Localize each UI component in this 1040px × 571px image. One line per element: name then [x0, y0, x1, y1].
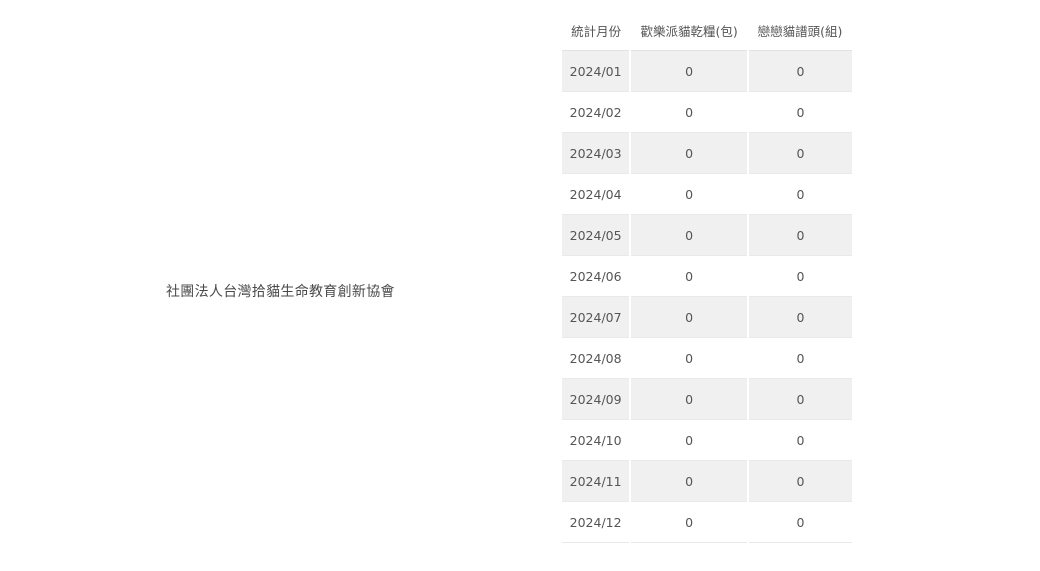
- organization-name: 社團法人台灣拾貓生命教育創新協會: [166, 284, 395, 300]
- table-row: 2024/01 0 0: [562, 50, 852, 92]
- cell-food: 0: [629, 50, 748, 92]
- table-row: 2024/09 0 0: [562, 378, 852, 420]
- cell-month: 2024/06: [562, 255, 631, 297]
- cell-adopt: 0: [746, 501, 852, 543]
- cell-month: 2024/09: [562, 378, 631, 420]
- cell-month: 2024/11: [562, 460, 631, 502]
- cell-adopt: 0: [746, 378, 852, 420]
- cell-month: 2024/12: [562, 501, 631, 543]
- cell-month: 2024/08: [562, 337, 631, 379]
- table-row: 2024/05 0 0: [562, 214, 852, 256]
- header-adopt: 戀戀貓譜頭(組): [747, 10, 852, 51]
- header-month: 統計月份: [562, 10, 631, 51]
- table-row: 2024/02 0 0: [562, 91, 852, 133]
- cell-month: 2024/04: [562, 173, 631, 215]
- cell-adopt: 0: [746, 214, 852, 256]
- table-row: 2024/04 0 0: [562, 173, 852, 215]
- cell-food: 0: [629, 296, 748, 338]
- cell-adopt: 0: [746, 173, 852, 215]
- table-row: 2024/11 0 0: [562, 460, 852, 502]
- cell-month: 2024/10: [562, 419, 631, 461]
- table-body: 2024/01 0 0 2024/02 0 0 2024/03 0 0 2024/04 0 0 2024…: [562, 50, 852, 543]
- cell-month: 2024/02: [562, 91, 631, 133]
- cell-food: 0: [629, 501, 748, 543]
- cell-adopt: 0: [746, 50, 852, 92]
- header-food: 歡樂派貓乾糧(包): [630, 10, 748, 51]
- cell-food: 0: [629, 419, 748, 461]
- table-row: 2024/12 0 0: [562, 501, 852, 543]
- cell-food: 0: [629, 460, 748, 502]
- cell-adopt: 0: [746, 337, 852, 379]
- header-row: 統計月份 歡樂派貓乾糧(包) 戀戀貓譜頭(組): [562, 10, 852, 51]
- cell-adopt: 0: [746, 419, 852, 461]
- cell-food: 0: [629, 214, 748, 256]
- cell-month: 2024/01: [562, 50, 631, 92]
- monthly-stats-table: 統計月份 歡樂派貓乾糧(包) 戀戀貓譜頭(組) 2024/01 0 0 2024/02…: [562, 10, 852, 543]
- cell-month: 2024/07: [562, 296, 631, 338]
- table-row: 2024/06 0 0: [562, 255, 852, 297]
- cell-adopt: 0: [746, 91, 852, 133]
- cell-adopt: 0: [746, 296, 852, 338]
- cell-food: 0: [629, 378, 748, 420]
- cell-food: 0: [629, 91, 748, 133]
- cell-food: 0: [629, 173, 748, 215]
- cell-food: 0: [629, 132, 748, 174]
- table-header: 統計月份 歡樂派貓乾糧(包) 戀戀貓譜頭(組): [562, 10, 852, 51]
- cell-month: 2024/03: [562, 132, 631, 174]
- cell-food: 0: [629, 337, 748, 379]
- cell-adopt: 0: [746, 460, 852, 502]
- cell-month: 2024/05: [562, 214, 631, 256]
- cell-adopt: 0: [746, 132, 852, 174]
- table-row: 2024/08 0 0: [562, 337, 852, 379]
- table-row: 2024/07 0 0: [562, 296, 852, 338]
- table-row: 2024/10 0 0: [562, 419, 852, 461]
- cell-adopt: 0: [746, 255, 852, 297]
- table-row: 2024/03 0 0: [562, 132, 852, 174]
- cell-food: 0: [629, 255, 748, 297]
